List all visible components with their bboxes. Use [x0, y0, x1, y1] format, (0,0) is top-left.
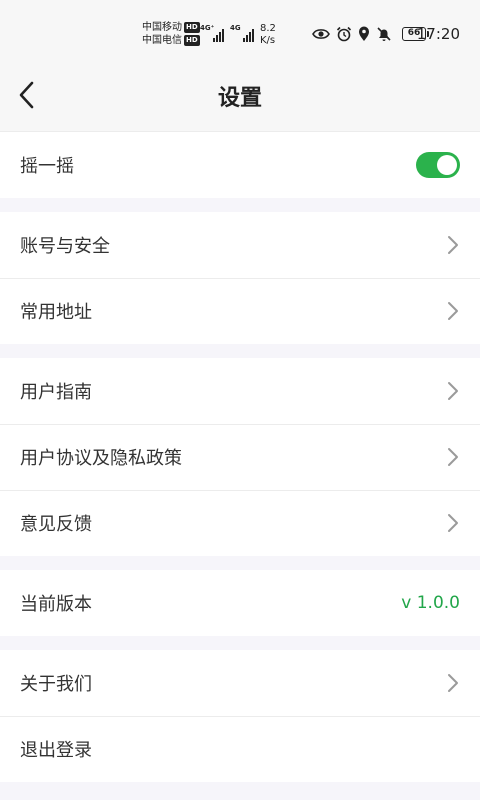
chevron-right-icon — [446, 446, 460, 468]
about-us-label: 关于我们 — [20, 674, 92, 695]
setting-logout[interactable]: 退出登录 — [0, 716, 480, 782]
status-time: 17:20 — [416, 25, 460, 43]
setting-user-agreement[interactable]: 用户协议及隐私政策 — [0, 424, 480, 490]
mute-bell-icon — [377, 27, 391, 41]
signal-bars-icon — [243, 29, 254, 42]
signal-2: 4G — [230, 24, 254, 42]
group-version: 当前版本 v 1.0.0 — [0, 570, 480, 636]
group-about: 关于我们 退出登录 — [0, 650, 480, 782]
feedback-label: 意见反馈 — [20, 514, 92, 535]
alarm-icon — [336, 26, 352, 42]
logout-label: 退出登录 — [20, 740, 92, 761]
setting-feedback[interactable]: 意见反馈 — [0, 490, 480, 556]
net-speed-value: 8.2 — [260, 23, 276, 34]
carrier-1: 中国移动 — [142, 22, 182, 33]
status-icons: 66 — [312, 26, 429, 42]
signal-1: 4G⁺ — [200, 24, 224, 42]
user-guide-label: 用户指南 — [20, 382, 92, 403]
group-help: 用户指南 用户协议及隐私政策 意见反馈 — [0, 358, 480, 556]
account-security-label: 账号与安全 — [20, 236, 110, 257]
common-address-label: 常用地址 — [20, 302, 92, 323]
hd-badge: HD — [184, 35, 200, 46]
eye-icon — [312, 29, 330, 39]
carrier-2: 中国电信 — [142, 35, 182, 46]
current-version-value: v 1.0.0 — [401, 593, 460, 613]
network-speed: 8.2 K/s — [260, 23, 276, 47]
net-type-2: 4G — [230, 24, 241, 32]
setting-shake: 摇一摇 — [0, 132, 480, 198]
top-bar: 中国移动 HD 中国电信 HD 4G⁺ 4G 8.2 K/s 66 17:20 … — [0, 0, 480, 132]
status-bar: 中国移动 HD 中国电信 HD 4G⁺ 4G 8.2 K/s 66 17:20 — [0, 0, 480, 70]
carrier-info: 中国移动 HD 中国电信 HD — [142, 21, 200, 47]
setting-current-version: 当前版本 v 1.0.0 — [0, 570, 480, 636]
group-shake: 摇一摇 — [0, 132, 480, 198]
setting-account-security[interactable]: 账号与安全 — [0, 212, 480, 278]
shake-toggle[interactable] — [416, 152, 460, 178]
page-title: 设置 — [217, 86, 262, 111]
signal-bars-icon — [213, 29, 224, 42]
signal-indicators: 4G⁺ 4G — [200, 24, 254, 42]
shake-label: 摇一摇 — [20, 156, 74, 177]
group-account: 账号与安全 常用地址 — [0, 212, 480, 344]
hd-badge: HD — [184, 22, 200, 33]
location-icon — [359, 26, 369, 41]
chevron-right-icon — [446, 234, 460, 256]
user-agreement-label: 用户协议及隐私政策 — [20, 448, 182, 469]
toggle-knob — [437, 155, 457, 175]
chevron-right-icon — [446, 672, 460, 694]
current-version-label: 当前版本 — [20, 594, 92, 615]
setting-user-guide[interactable]: 用户指南 — [0, 358, 480, 424]
chevron-right-icon — [446, 380, 460, 402]
chevron-right-icon — [446, 300, 460, 322]
net-speed-unit: K/s — [260, 35, 276, 46]
chevron-right-icon — [446, 512, 460, 534]
setting-common-address[interactable]: 常用地址 — [0, 278, 480, 344]
setting-about-us[interactable]: 关于我们 — [0, 650, 480, 716]
